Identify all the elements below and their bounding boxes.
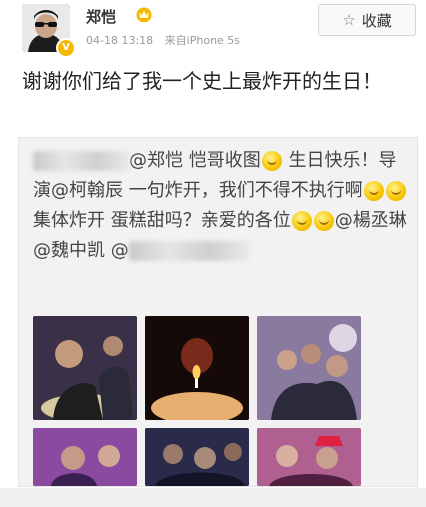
photo-6[interactable] — [257, 428, 361, 486]
repost-text-segment: 集体炸开 蛋糕甜吗？亲爱的各位 — [33, 210, 291, 231]
blurred-username — [33, 151, 129, 171]
smiley-emoji-icon — [313, 211, 334, 231]
blurred-username — [128, 241, 249, 261]
photo-4[interactable] — [33, 428, 137, 486]
post-header: V 郑恺 04-18 13:18 来自iPhone 5s ☆ 收藏 — [0, 0, 426, 60]
post-meta: 04-18 13:18 来自iPhone 5s — [86, 32, 240, 48]
repost-text: @郑恺 恺哥收图 生日快乐！导演@柯翰辰 一句炸开，我们不得不执行啊 集体炸开 … — [33, 146, 409, 266]
post-time: 04-18 13:18 — [86, 34, 154, 47]
photo-5[interactable] — [145, 428, 249, 486]
smiley-emoji-icon — [261, 151, 282, 171]
photo-2[interactable] — [145, 316, 249, 420]
username[interactable]: 郑恺 — [86, 6, 116, 27]
smiley-emoji-icon — [291, 211, 312, 231]
favorite-button[interactable]: ☆ 收藏 — [318, 4, 416, 36]
post-source[interactable]: 来自iPhone 5s — [165, 34, 240, 47]
smiley-emoji-icon — [363, 181, 384, 201]
star-outline-icon: ☆ — [342, 11, 356, 29]
photo-grid — [33, 316, 405, 486]
photo-1[interactable] — [33, 316, 137, 420]
repost-text-segment: @郑恺 恺哥收图 — [129, 150, 261, 171]
footer-bar — [0, 488, 426, 507]
repost-card[interactable]: @郑恺 恺哥收图 生日快乐！导演@柯翰辰 一句炸开，我们不得不执行啊 集体炸开 … — [18, 137, 418, 487]
smiley-emoji-icon — [385, 181, 406, 201]
photo-3[interactable] — [257, 316, 361, 420]
post-text: 谢谢你们给了我一个史上最炸开的生日！ — [22, 69, 382, 93]
verified-badge: V — [56, 38, 76, 58]
crown-icon — [136, 7, 152, 22]
favorite-label: 收藏 — [361, 11, 392, 30]
